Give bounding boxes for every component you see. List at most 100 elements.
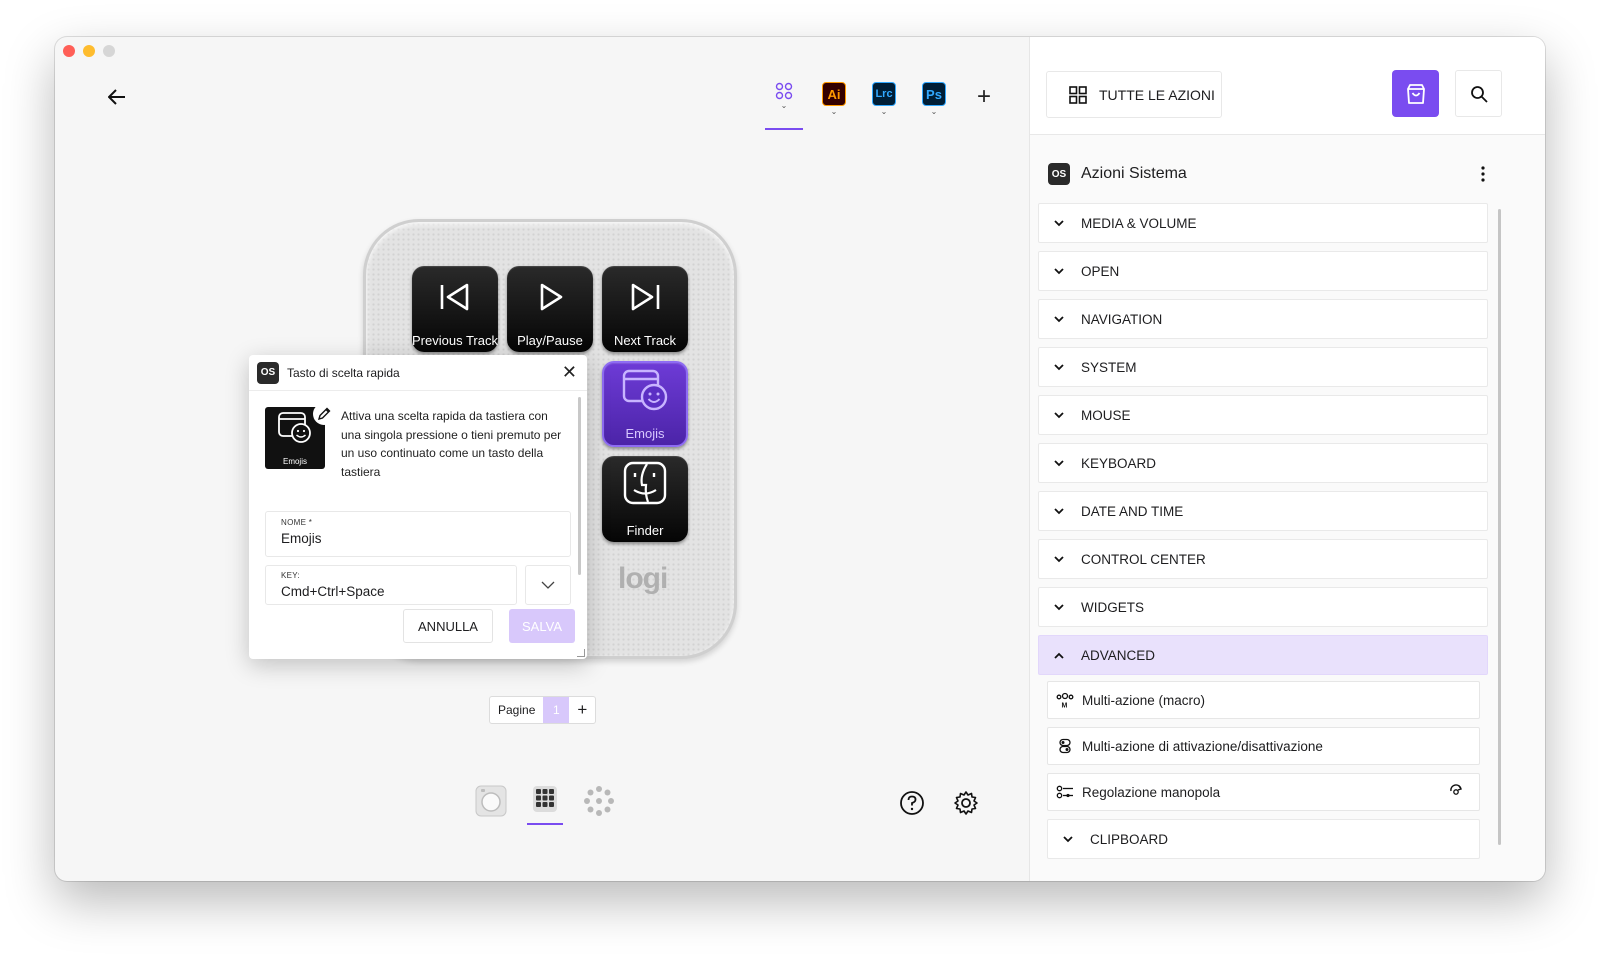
key-field-label: KEY:	[281, 571, 300, 580]
add-app-button[interactable]: +	[969, 82, 999, 112]
category-clipboard[interactable]: CLIPBOARD	[1047, 819, 1480, 859]
lightroom-icon: Lrc	[872, 82, 896, 106]
category-open[interactable]: OPEN	[1038, 251, 1488, 291]
key-label: Emojis	[625, 426, 665, 441]
category-label: OPEN	[1081, 263, 1120, 279]
action-multi-action-toggle[interactable]: Multi-azione di attivazione/disattivazio…	[1047, 727, 1480, 765]
chevron-up-icon	[1054, 652, 1064, 659]
panel-toolbar: TUTTE LE AZIONI	[1030, 37, 1545, 135]
category-date-and-time[interactable]: DATE AND TIME	[1038, 491, 1488, 531]
key-emojis[interactable]: Emojis	[602, 361, 688, 447]
add-page-button[interactable]: +	[569, 697, 595, 723]
back-button[interactable]	[103, 83, 131, 111]
key-row: KEY: Cmd+Ctrl+Space	[265, 565, 571, 605]
tab-all-apps[interactable]: ⌄	[765, 82, 803, 130]
more-options-button[interactable]	[1480, 165, 1486, 188]
category-label: CLIPBOARD	[1090, 831, 1169, 847]
actions-ring-icon	[584, 786, 614, 816]
popup-actions: ANNULLA SALVA	[403, 609, 575, 643]
cancel-button[interactable]: ANNULLA	[403, 609, 493, 643]
section-title: Azioni Sistema	[1081, 165, 1187, 182]
view-switcher	[473, 785, 617, 825]
category-mouse[interactable]: MOUSE	[1038, 395, 1488, 435]
close-window-button[interactable]	[63, 45, 75, 57]
help-icon	[900, 791, 924, 815]
gear-icon	[954, 791, 978, 815]
play-icon	[540, 283, 563, 311]
category-control-center[interactable]: CONTROL CENTER	[1038, 539, 1488, 579]
category-label: KEYBOARD	[1081, 455, 1157, 471]
category-media-volume[interactable]: MEDIA & VOLUME	[1038, 203, 1488, 243]
category-list: MEDIA & VOLUME OPEN NAVIGATION SYSTEM MO…	[1038, 203, 1488, 867]
category-keyboard[interactable]: KEYBOARD	[1038, 443, 1488, 483]
category-widgets[interactable]: WIDGETS	[1038, 587, 1488, 627]
logi-logo: logi	[618, 562, 668, 595]
grid-icon	[1069, 85, 1087, 104]
chevron-down-icon	[1054, 459, 1064, 466]
view-keypad[interactable]	[527, 785, 563, 825]
chevron-down-icon	[1054, 603, 1064, 610]
chevron-down-icon	[1054, 507, 1064, 514]
search-button[interactable]	[1455, 70, 1502, 117]
panel-scrollbar[interactable]	[1498, 209, 1501, 845]
zoom-window-button[interactable]	[103, 45, 115, 57]
dial-compatible-icon	[1450, 783, 1463, 795]
category-system[interactable]: SYSTEM	[1038, 347, 1488, 387]
save-button[interactable]: SALVA	[509, 609, 575, 643]
resize-handle[interactable]	[577, 649, 585, 657]
minimize-window-button[interactable]	[83, 45, 95, 57]
key-next-track[interactable]: Next Track	[602, 266, 688, 352]
app-tabs: ⌄ Ai ⌄ Lrc ⌄ Ps ⌄ +	[765, 82, 999, 130]
tab-lightroom[interactable]: Lrc ⌄	[865, 82, 903, 130]
key-label: Previous Track	[412, 333, 498, 348]
name-field-value[interactable]: Emojis	[281, 531, 555, 546]
chevron-down-icon: ⌄	[930, 107, 938, 116]
key-previous-track[interactable]: Previous Track	[412, 266, 498, 352]
macro-icon: M	[1056, 692, 1074, 708]
finder-icon	[623, 461, 667, 505]
svg-text:M: M	[1062, 703, 1068, 709]
view-actions-ring[interactable]	[581, 785, 617, 825]
popup-scrollbar[interactable]	[578, 397, 581, 575]
tab-photoshop[interactable]: Ps ⌄	[915, 82, 953, 130]
chevron-down-icon: ⌄	[830, 107, 838, 116]
all-actions-button[interactable]: TUTTE LE AZIONI	[1046, 71, 1222, 118]
chevron-down-icon	[1054, 363, 1064, 370]
name-field-label: NOME *	[281, 518, 313, 527]
thumbnail-label: Emojis	[282, 457, 307, 466]
close-icon[interactable]: ✕	[562, 362, 577, 383]
popup-title: Tasto di scelta rapida	[287, 365, 400, 380]
page-1-button[interactable]: 1	[543, 697, 570, 723]
key-dropdown-button[interactable]	[525, 565, 571, 605]
shortcut-editor-popup: OS Tasto di scelta rapida ✕ Emojis Attiv…	[249, 355, 587, 659]
key-field[interactable]: KEY: Cmd+Ctrl+Space	[265, 565, 517, 605]
category-label: ADVANCED	[1081, 647, 1156, 663]
category-navigation[interactable]: NAVIGATION	[1038, 299, 1488, 339]
pencil-icon	[317, 407, 331, 421]
settings-button[interactable]	[953, 790, 979, 821]
key-play-pause[interactable]: Play/Pause	[507, 266, 593, 352]
key-finder[interactable]: Finder	[602, 456, 688, 542]
name-field[interactable]: NOME * Emojis	[265, 511, 571, 557]
search-icon	[1470, 85, 1488, 103]
key-label: Play/Pause	[517, 333, 583, 348]
action-dial-adjustment[interactable]: Regolazione manopola	[1047, 773, 1480, 811]
chevron-down-icon	[1054, 555, 1064, 562]
edit-icon-button[interactable]	[313, 403, 335, 425]
chevron-down-icon: ⌄	[780, 101, 788, 110]
action-multi-action-macro[interactable]: M Multi-azione (macro)	[1047, 681, 1480, 719]
tab-illustrator[interactable]: Ai ⌄	[815, 82, 853, 130]
pages-label: Pagine	[498, 703, 536, 717]
section-header: OS Azioni Sistema	[1048, 163, 1187, 185]
marketplace-button[interactable]	[1392, 70, 1439, 117]
help-button[interactable]	[899, 790, 925, 821]
category-label: SYSTEM	[1081, 359, 1137, 375]
app-window: ⌄ Ai ⌄ Lrc ⌄ Ps ⌄ + Previous Track Play/…	[55, 37, 1545, 881]
arrow-left-icon	[108, 89, 125, 105]
category-label: DATE AND TIME	[1081, 503, 1184, 519]
category-advanced[interactable]: ADVANCED	[1038, 635, 1488, 675]
view-dial[interactable]	[473, 785, 509, 825]
key-field-value: Cmd+Ctrl+Space	[281, 584, 385, 599]
keypad-device-icon	[533, 786, 557, 812]
emoji-icon	[622, 369, 668, 411]
